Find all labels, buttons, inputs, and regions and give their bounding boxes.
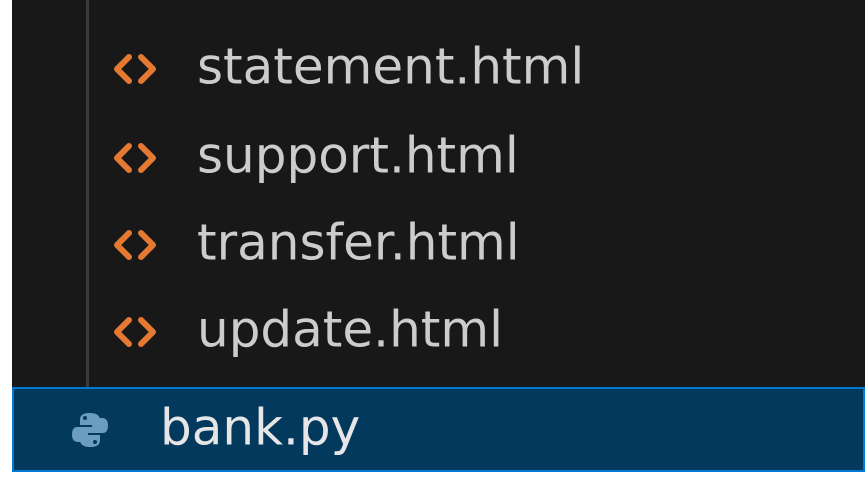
file-item-label: statement.html xyxy=(197,37,585,96)
file-item-transfer-html[interactable]: transfer.html xyxy=(12,201,865,288)
file-item-statement-html[interactable]: statement.html xyxy=(12,25,865,112)
file-item-bank-py-selected[interactable]: bank.py xyxy=(12,387,865,472)
html-file-icon xyxy=(110,201,160,288)
file-item-label: support.html xyxy=(197,126,519,185)
file-item-label: bank.py xyxy=(160,398,361,457)
file-item-label: update.html xyxy=(197,300,503,359)
html-file-icon xyxy=(110,25,160,112)
html-file-icon xyxy=(110,114,160,201)
file-item-support-html[interactable]: support.html xyxy=(12,114,865,201)
file-item-label: transfer.html xyxy=(197,213,520,272)
html-file-icon xyxy=(110,288,160,375)
file-explorer: statement.html support.html transfer.htm… xyxy=(12,0,865,472)
python-file-icon xyxy=(68,389,112,470)
file-item-update-html[interactable]: update.html xyxy=(12,288,865,375)
